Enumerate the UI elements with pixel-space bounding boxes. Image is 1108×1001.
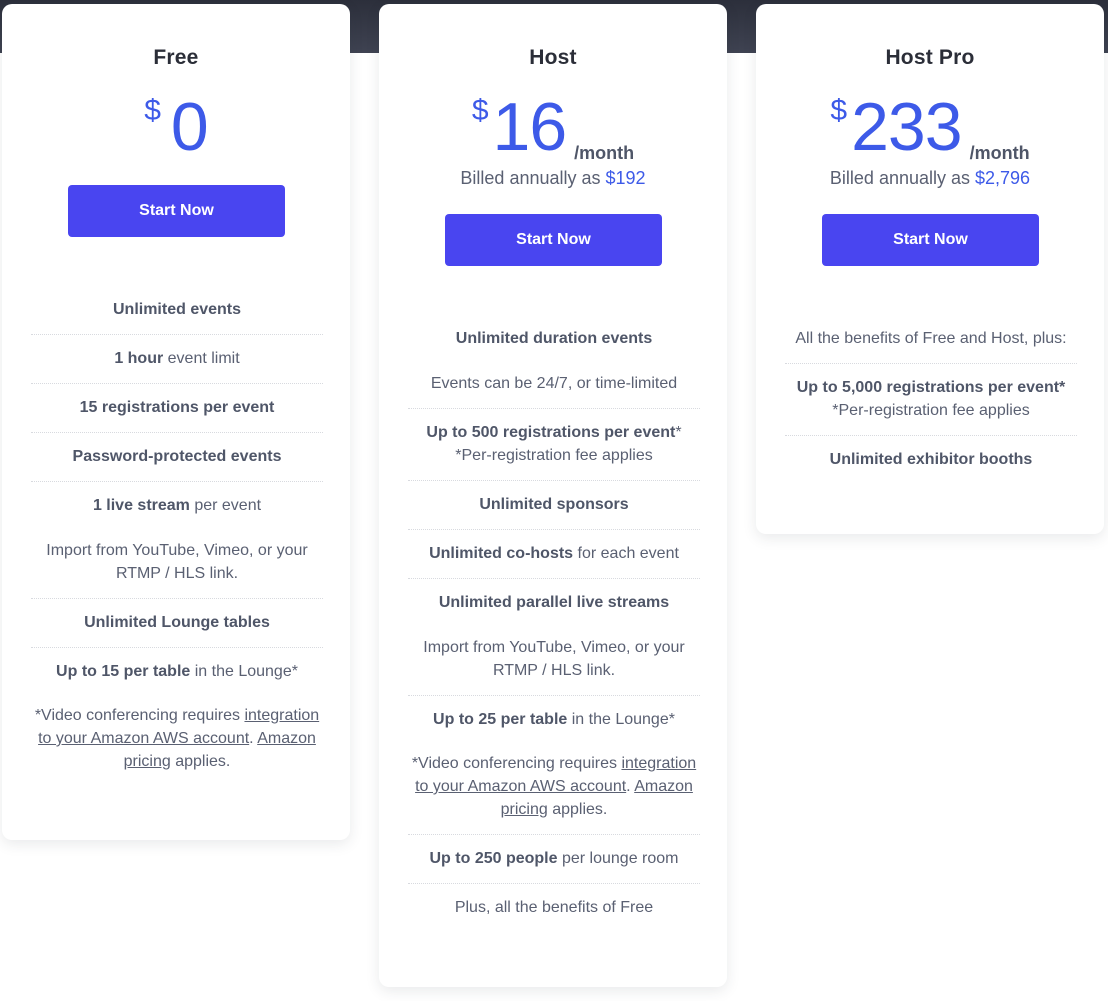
- feature-item: Up to 5,000 registrations per event* *Per…: [785, 364, 1077, 436]
- plan-name: Free: [153, 46, 199, 69]
- feature-item: Unlimited events: [31, 286, 323, 335]
- billed-label: Billed annually as: [829, 168, 976, 188]
- feature-bold: Unlimited sponsors: [479, 496, 629, 513]
- price-period: /month: [574, 143, 635, 163]
- footnote: *Video conferencing requires integration…: [408, 744, 700, 835]
- feature-note: Import from YouTube, Vimeo, or your RTMP…: [423, 639, 685, 679]
- plan-card-host: Host $ 16 /month Billed annually as $192…: [379, 4, 727, 987]
- billed-annually: Billed annually as $2,796: [756, 168, 1104, 189]
- feature-item: Unlimited exhibitor booths: [785, 436, 1077, 484]
- feature-bold: Up to 25 per table: [433, 711, 568, 728]
- footnote-text: applies.: [170, 753, 231, 770]
- feature-item: Unlimited duration events Events can be 2…: [408, 315, 700, 409]
- feature-text: in the Lounge*: [567, 711, 675, 728]
- feature-item: 1 live stream per event Import from YouTu…: [31, 482, 323, 599]
- currency-symbol: $: [471, 94, 489, 127]
- feature-item: 1 hour event limit: [31, 335, 323, 384]
- feature-item: Up to 250 people per lounge room: [408, 835, 700, 884]
- feature-note: Import from YouTube, Vimeo, or your RTMP…: [46, 542, 308, 582]
- price-amount: 233: [851, 89, 962, 165]
- feature-text: Plus, all the benefits of Free: [454, 899, 654, 916]
- feature-bold: Unlimited co-hosts: [429, 545, 574, 562]
- start-now-button[interactable]: Start Now: [68, 185, 285, 237]
- footnote-text: .: [249, 730, 258, 747]
- feature-bold: Up to 5,000 registrations per event*: [796, 379, 1066, 396]
- feature-bold: 15 registrations per event: [79, 399, 275, 416]
- feature-text: All the benefits of Free and Host, plus:: [795, 330, 1067, 347]
- feature-text: event limit: [163, 350, 240, 367]
- feature-bold: 1 live stream: [92, 497, 190, 514]
- feature-item: Plus, all the benefits of Free: [408, 884, 700, 932]
- feature-item: Unlimited sponsors: [408, 481, 700, 530]
- feature-bold: Password-protected events: [72, 448, 282, 465]
- feature-bold: Up to 250 people: [429, 850, 558, 867]
- feature-bold: Up to 15 per table: [56, 663, 191, 680]
- billed-label: Billed annually as: [460, 168, 606, 188]
- price-amount: 16: [492, 89, 568, 165]
- footnote-text: applies.: [547, 801, 608, 818]
- start-now-button[interactable]: Start Now: [445, 214, 662, 266]
- billed-amount: $2,796: [975, 168, 1031, 188]
- feature-bold: Unlimited events: [112, 301, 242, 318]
- billed-annually: Billed annually as $192: [379, 168, 727, 189]
- price: $ 233 /month: [756, 88, 1104, 166]
- feature-item: Unlimited parallel live streams Import fr…: [408, 579, 700, 696]
- feature-text: *: [675, 424, 682, 441]
- plan-card-free: Free $ 0 Start Now Unlimited events 1 ho…: [2, 4, 350, 840]
- feature-item: Unlimited co-hosts for each event: [408, 530, 700, 579]
- start-now-button[interactable]: Start Now: [822, 214, 1039, 266]
- feature-bold: Unlimited Lounge tables: [84, 614, 270, 631]
- plan-name: Host: [529, 46, 577, 69]
- feature-text: per lounge room: [557, 850, 679, 867]
- feature-item: Up to 25 per table in the Lounge*: [408, 696, 700, 744]
- footnote: *Video conferencing requires integration…: [31, 696, 323, 786]
- plan-card-host-pro: Host Pro $ 233 /month Billed annually as…: [756, 4, 1104, 534]
- feature-bold: Unlimited parallel live streams: [438, 594, 670, 611]
- feature-list: All the benefits of Free and Host, plus:…: [785, 315, 1077, 484]
- feature-bold: Unlimited exhibitor booths: [829, 451, 1033, 468]
- currency-symbol: $: [830, 94, 848, 127]
- feature-note: *Per-registration fee applies: [832, 402, 1030, 419]
- footnote-text: *Video conferencing requires: [411, 755, 622, 772]
- feature-list: Unlimited events 1 hour event limit 15 r…: [31, 286, 323, 786]
- feature-text: in the Lounge*: [190, 663, 298, 680]
- feature-item: Unlimited Lounge tables: [31, 599, 323, 648]
- feature-note: Events can be 24/7, or time-limited: [430, 375, 678, 392]
- feature-item: Password-protected events: [31, 433, 323, 482]
- feature-note: *Per-registration fee applies: [455, 447, 653, 464]
- footnote-text: *Video conferencing requires: [34, 707, 245, 724]
- price: $ 16 /month: [379, 88, 727, 166]
- feature-bold: Unlimited duration events: [455, 330, 653, 347]
- feature-text: per event: [189, 497, 262, 514]
- feature-item: 15 registrations per event: [31, 384, 323, 433]
- currency-symbol: $: [144, 94, 161, 127]
- price-amount: 0: [170, 89, 209, 165]
- price: $ 0: [2, 88, 350, 166]
- feature-item: Up to 500 registrations per event* *Per-r…: [408, 409, 700, 481]
- feature-text: for each event: [573, 545, 679, 562]
- plan-name: Host Pro: [885, 46, 975, 69]
- feature-item: Up to 15 per table in the Lounge*: [31, 648, 323, 696]
- feature-list: Unlimited duration events Events can be 2…: [408, 315, 700, 932]
- billed-amount: $192: [605, 168, 646, 188]
- price-period: /month: [969, 143, 1030, 163]
- feature-item: All the benefits of Free and Host, plus:: [785, 315, 1077, 364]
- footnote-text: .: [626, 778, 635, 795]
- feature-bold: 1 hour: [114, 350, 164, 367]
- feature-bold: Up to 500 registrations per event: [426, 424, 676, 441]
